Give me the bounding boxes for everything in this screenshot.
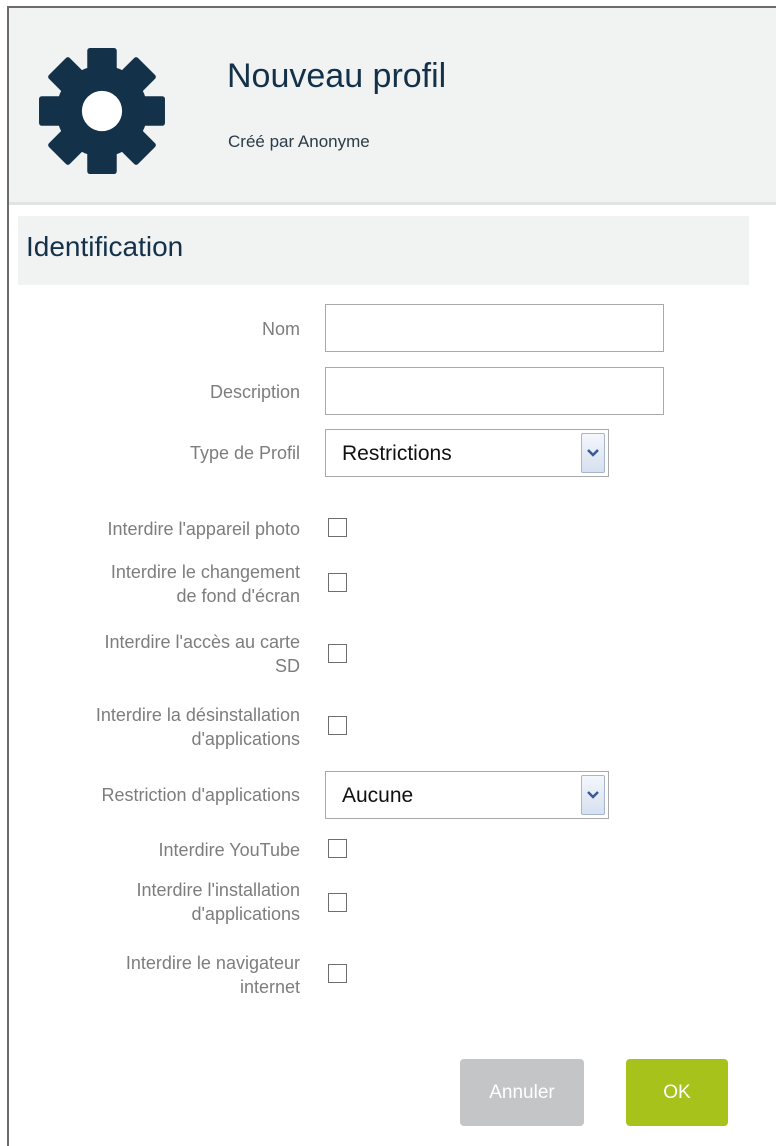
dropdown-button[interactable]	[581, 433, 605, 473]
browser-checkbox[interactable]	[328, 964, 347, 983]
identification-section-header: Identification	[18, 216, 749, 285]
youtube-label: Interdire YouTube	[159, 838, 300, 862]
camera-label-line-1: Interdire l'appareil photo	[107, 519, 300, 539]
wallpaper-checkbox[interactable]	[328, 573, 347, 592]
install-checkbox[interactable]	[328, 893, 347, 912]
uninstall-label-line-1: Interdire la désinstallation	[95, 705, 300, 725]
description-input[interactable]	[325, 367, 664, 415]
profile-type-label-text: Type de Profil	[189, 443, 300, 463]
camera-label: Interdire l'appareil photo	[107, 517, 300, 541]
chevron-down-icon	[587, 791, 599, 799]
install-label: Interdire l'installation d'applications	[136, 878, 300, 926]
uninstall-checkbox[interactable]	[328, 716, 347, 735]
created-by-text: Créé par Anonyme	[228, 132, 370, 151]
app-restriction-value: Aucune	[342, 784, 414, 807]
wallpaper-label: Interdire le changement de fond d'écran	[111, 560, 300, 608]
wallpaper-label-line-2: de fond d'écran	[176, 586, 300, 606]
browser-label-line-2: internet	[239, 977, 300, 997]
app-restriction-label-text: Restriction d'applications	[101, 785, 300, 805]
cancel-button[interactable]: Annuler	[460, 1059, 584, 1126]
profile-type-select[interactable]: Restrictions	[325, 429, 609, 477]
camera-checkbox[interactable]	[328, 518, 347, 537]
uninstall-label-line-2: d'applications	[191, 729, 300, 749]
sdcard-label-line-1: Interdire l'accès au carte	[104, 632, 300, 652]
wallpaper-label-line-1: Interdire le changement	[110, 562, 300, 582]
description-label: Description	[210, 380, 300, 404]
uninstall-label: Interdire la désinstallation d'applicati…	[96, 703, 300, 751]
name-label: Nom	[262, 317, 300, 341]
name-label-text: Nom	[261, 319, 300, 339]
sdcard-label-line-2: SD	[274, 656, 300, 676]
chevron-down-icon	[587, 449, 599, 457]
profile-type-value: Restrictions	[342, 442, 452, 465]
install-label-line-2: d'applications	[191, 904, 300, 924]
app-restriction-label: Restriction d'applications	[101, 783, 300, 807]
name-input[interactable]	[325, 304, 664, 352]
youtube-checkbox[interactable]	[328, 839, 347, 858]
gear-icon	[39, 48, 165, 174]
description-label-text: Description	[209, 382, 300, 402]
app-restriction-select[interactable]: Aucune	[325, 771, 609, 819]
dropdown-button[interactable]	[581, 775, 605, 815]
page-title: Nouveau profil	[227, 57, 447, 95]
youtube-label-line-1: Interdire YouTube	[158, 840, 300, 860]
browser-label: Interdire le navigateur internet	[126, 951, 300, 999]
profile-type-label: Type de Profil	[190, 441, 300, 465]
sdcard-checkbox[interactable]	[328, 644, 347, 663]
section-title: Identification	[26, 231, 184, 262]
sdcard-label: Interdire l'accès au carte SD	[104, 630, 300, 678]
profile-header: Nouveau profil Créé par Anonyme	[9, 8, 776, 205]
browser-label-line-1: Interdire le navigateur	[125, 953, 300, 973]
ok-button[interactable]: OK	[626, 1059, 728, 1126]
install-label-line-1: Interdire l'installation	[136, 880, 300, 900]
